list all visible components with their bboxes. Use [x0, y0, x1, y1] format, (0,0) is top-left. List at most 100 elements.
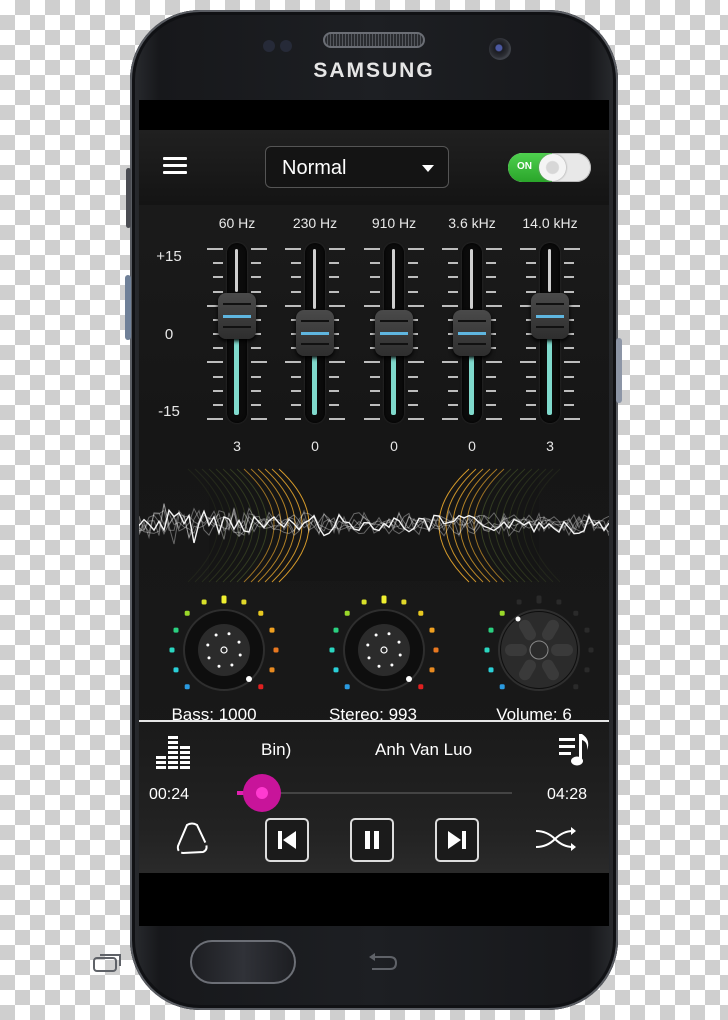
knob-fin: [551, 644, 573, 656]
slider-tick: [251, 276, 261, 279]
knob-level-led: [429, 667, 435, 673]
shuffle-icon[interactable]: [535, 826, 577, 852]
chevron-down-icon: [422, 165, 434, 172]
song-artist: Anh Van Luo: [375, 740, 473, 759]
knob-level-led: [429, 627, 435, 633]
slider-tick: [291, 389, 301, 392]
pause-button[interactable]: [350, 818, 394, 862]
preset-value: Normal: [282, 157, 347, 179]
slider-tick: [213, 290, 223, 293]
knob-level-led: [344, 684, 350, 690]
screen: Normal ON +15 0 -15 60 Hz 3 230 Hz 0 910 Hz 0…: [139, 100, 609, 926]
slider-tick: [448, 276, 458, 279]
knob-stereo[interactable]: [319, 585, 449, 700]
slider-thumb[interactable]: [531, 293, 569, 339]
knob-level-led: [173, 627, 179, 633]
slider-tick: [329, 290, 339, 293]
knob-level-led: [221, 595, 227, 604]
slider-tick: [486, 403, 496, 406]
slider-tick: [291, 403, 301, 406]
knob-dot: [387, 632, 391, 636]
band-slider-1[interactable]: [285, 243, 345, 423]
pause-icon: [365, 831, 379, 849]
slider-tick: [213, 347, 223, 350]
slider-tick: [291, 262, 301, 265]
slider-tick: [370, 375, 380, 378]
repeat-icon[interactable]: [173, 820, 211, 858]
slider-tick: [364, 304, 380, 307]
band-slider-3[interactable]: [442, 243, 502, 423]
knob-face: [358, 624, 410, 676]
slider-tick: [329, 375, 339, 378]
knob-dot: [227, 632, 231, 636]
slider-tick: [251, 361, 267, 364]
home-button[interactable]: [190, 940, 296, 984]
slider-tick: [370, 262, 380, 265]
slider-tick: [213, 389, 223, 392]
earpiece-speaker: [323, 32, 425, 48]
volume-up-button[interactable]: [126, 168, 131, 228]
band-slider-0[interactable]: [207, 243, 267, 423]
slider-thumb[interactable]: [296, 310, 334, 356]
knob-dot: [230, 663, 234, 667]
slider-tick: [486, 361, 502, 364]
power-toggle[interactable]: ON: [508, 153, 591, 182]
band-slider-4[interactable]: [520, 243, 580, 423]
band-frequency-label: 60 Hz: [218, 215, 256, 231]
knob-dot: [238, 653, 242, 657]
back-icon[interactable]: [366, 951, 400, 973]
slider-tick: [408, 248, 424, 250]
seek-bar[interactable]: [237, 774, 512, 812]
slider-tick: [213, 276, 223, 279]
knob-dot: [374, 633, 378, 637]
slider-tick: [526, 389, 536, 392]
seek-handle[interactable]: [242, 774, 281, 812]
slider-upper-track: [548, 249, 551, 292]
slider-tick: [486, 304, 502, 307]
knob-volume[interactable]: [474, 585, 604, 700]
knob-face: [198, 624, 250, 676]
slider-tick: [564, 361, 580, 364]
knob-level-led: [184, 684, 190, 690]
hamburger-menu-icon[interactable]: [163, 157, 187, 177]
slider-tick: [486, 276, 496, 279]
slider-tick: [251, 403, 261, 406]
knob-dot: [217, 664, 221, 668]
slider-tick: [408, 290, 418, 293]
knob-level-led: [333, 667, 339, 673]
slider-upper-track: [470, 249, 473, 309]
playlist-music-icon[interactable]: [557, 732, 593, 768]
song-title-scroll: Bin): [261, 740, 292, 759]
equalizer-bars-icon[interactable]: [155, 734, 191, 770]
slider-tick: [448, 375, 458, 378]
slider-tick: [442, 304, 458, 307]
band-slider-2[interactable]: [364, 243, 424, 423]
audio-visualizer: [139, 468, 609, 583]
volume-down-button[interactable]: [125, 275, 131, 340]
slider-tick: [207, 361, 223, 364]
knob-bass[interactable]: [159, 585, 289, 700]
next-button[interactable]: [435, 818, 479, 862]
knob-dot: [366, 643, 370, 647]
slider-tick: [564, 389, 574, 392]
slider-tick: [486, 389, 496, 392]
slider-thumb[interactable]: [453, 310, 491, 356]
slider-tick: [520, 418, 536, 420]
knob-dot: [377, 664, 381, 668]
knob-level-led: [418, 610, 424, 616]
band-frequency-label: 910 Hz: [371, 215, 417, 231]
slider-thumb[interactable]: [218, 293, 256, 339]
preset-dropdown[interactable]: Normal: [265, 146, 449, 188]
slider-tick: [448, 389, 458, 392]
slider-tick: [213, 262, 223, 265]
knob-dot: [214, 633, 218, 637]
slider-thumb[interactable]: [375, 310, 413, 356]
slider-tick: [442, 361, 458, 364]
power-button[interactable]: [616, 338, 622, 403]
recent-apps-icon[interactable]: [92, 951, 126, 973]
slider-tick: [251, 418, 267, 420]
knob-level-led: [484, 647, 490, 653]
knob-level-led: [584, 667, 590, 673]
previous-button[interactable]: [265, 818, 309, 862]
light-sensor: [280, 40, 292, 52]
